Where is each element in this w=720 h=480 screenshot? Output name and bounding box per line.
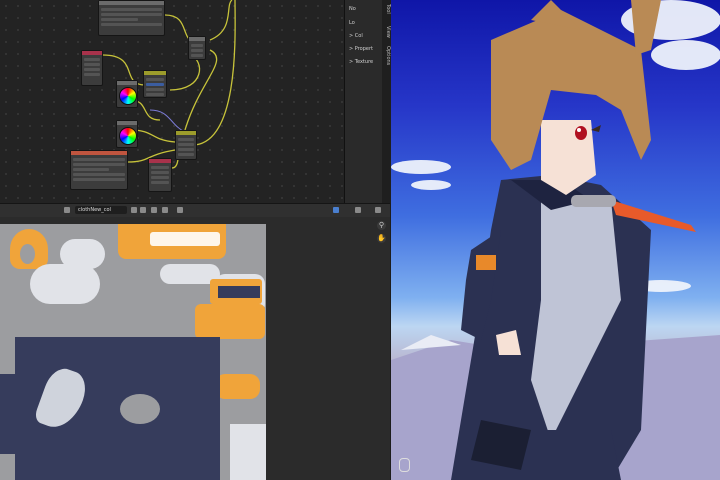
image-name-field[interactable]: clothNew_col: [75, 206, 127, 214]
panel-label-properties: Propert: [354, 46, 373, 52]
close-image-icon[interactable]: [162, 207, 168, 213]
unlink-image-icon[interactable]: [151, 207, 157, 213]
image-editor[interactable]: ⚲ ✋: [0, 217, 390, 480]
pan-icon[interactable]: ✋: [377, 234, 386, 243]
panel-label-name: No: [349, 6, 356, 12]
node-image-c[interactable]: [148, 158, 172, 192]
node-mix-b[interactable]: [175, 130, 197, 160]
open-image-icon[interactable]: [140, 207, 146, 213]
3d-viewport[interactable]: [391, 0, 720, 480]
image-editor-header: clothNew_col: [0, 203, 390, 218]
mouse-hint-icon: [399, 458, 410, 472]
zoom-icon[interactable]: ⚲: [377, 221, 386, 230]
sidebar-tabs: Tool View Options: [382, 0, 391, 203]
panel-label-location: Lo: [349, 20, 355, 26]
tab-view[interactable]: View: [382, 26, 391, 38]
display-channels-icon[interactable]: [355, 207, 361, 213]
node-top[interactable]: [98, 0, 165, 36]
panel-texture-section[interactable]: > Texture: [349, 59, 373, 65]
panel-label-color: Col: [354, 33, 363, 39]
panel-color-section[interactable]: > Col: [349, 33, 363, 39]
texture-image: [0, 224, 266, 480]
character-model: [391, 0, 720, 480]
tab-options[interactable]: Options: [382, 46, 391, 65]
node-image-b[interactable]: [70, 150, 128, 190]
color-wheel-icon: [119, 87, 137, 105]
node-image-a[interactable]: [81, 50, 103, 86]
shader-node-editor[interactable]: [0, 0, 344, 203]
overlay-icon[interactable]: [333, 207, 339, 213]
pin-icon[interactable]: [177, 207, 183, 213]
editor-type-icon[interactable]: [64, 207, 70, 213]
gizmo-icon[interactable]: [375, 207, 381, 213]
tab-tool[interactable]: Tool: [382, 4, 391, 14]
new-image-icon[interactable]: [131, 207, 137, 213]
panel-properties-section[interactable]: > Propert: [349, 46, 373, 52]
node-hue-a[interactable]: [116, 80, 138, 108]
node-sidebar[interactable]: No Lo > Col > Propert > Texture Tool Vie…: [344, 0, 391, 203]
panel-label-texture: Texture: [354, 59, 374, 65]
node-mix-a[interactable]: [143, 70, 167, 98]
node-hue-b[interactable]: [116, 120, 138, 148]
node-mix-top[interactable]: [188, 36, 206, 60]
color-wheel-icon: [119, 127, 137, 145]
node-links: [102, 0, 236, 169]
